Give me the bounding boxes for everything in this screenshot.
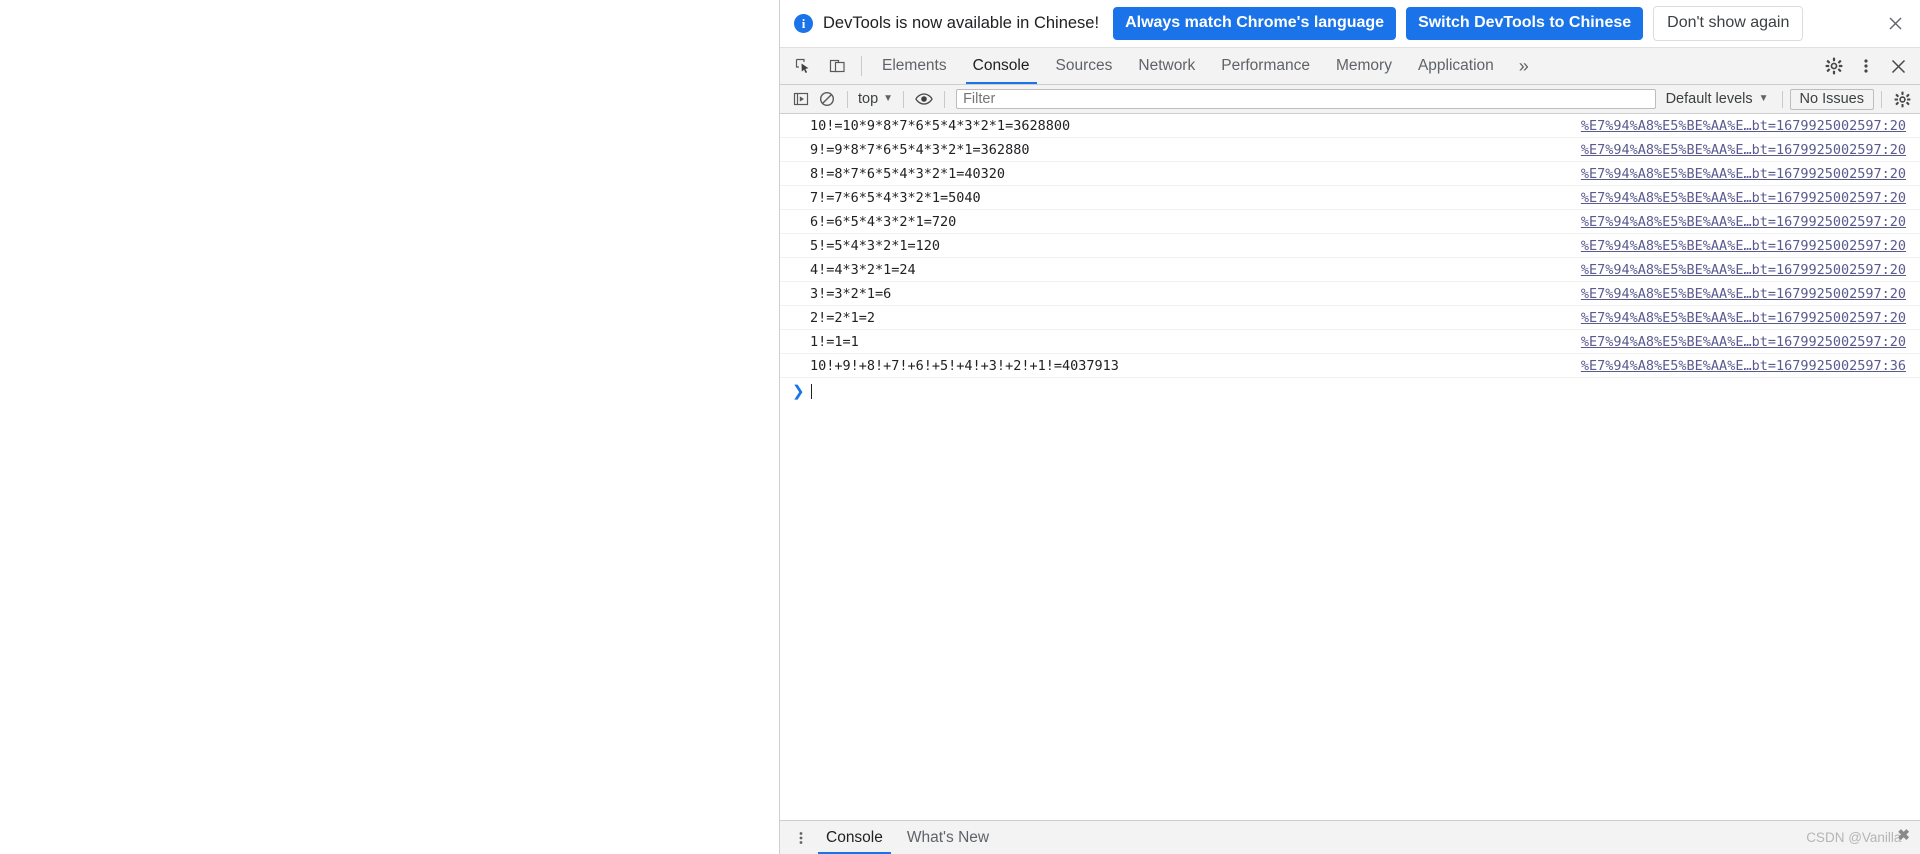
tab-label: Elements: [882, 57, 947, 74]
log-levels-label: Default levels: [1665, 91, 1753, 107]
dont-show-again-button[interactable]: Don't show again: [1653, 6, 1804, 41]
console-source-link[interactable]: %E7%94%A8%E5%BE%AA%E…bt=1679925002597:20: [1581, 262, 1920, 278]
execution-context-label: top: [858, 91, 879, 107]
watermark-mark-icon: ✖: [1897, 826, 1910, 844]
tab-label: Memory: [1335, 57, 1392, 74]
tabbar-right-controls: [1803, 48, 1920, 84]
watermark-text: CSDN @Vanilla: [1806, 830, 1902, 845]
toolbar-divider-5: [1881, 90, 1882, 108]
device-toolbar-icon[interactable]: [820, 48, 854, 84]
console-source-link[interactable]: %E7%94%A8%E5%BE%AA%E…bt=1679925002597:20: [1581, 190, 1920, 206]
console-row[interactable]: 3!=3*2*1=6 %E7%94%A8%E5%BE%AA%E…bt=16799…: [780, 282, 1920, 306]
toolbar-divider-3: [944, 90, 946, 108]
more-tabs-icon[interactable]: »: [1507, 48, 1541, 84]
tab-label: Performance: [1221, 57, 1310, 74]
info-icon: i: [794, 14, 813, 33]
console-message-text: 5!=5*4*3*2*1=120: [810, 237, 941, 254]
console-source-link[interactable]: %E7%94%A8%E5%BE%AA%E…bt=1679925002597:20: [1581, 166, 1920, 182]
gear-icon[interactable]: [1818, 48, 1850, 85]
issues-button[interactable]: No Issues: [1789, 88, 1874, 110]
tab-console[interactable]: Console: [960, 48, 1043, 84]
console-source-link[interactable]: %E7%94%A8%E5%BE%AA%E…bt=1679925002597:20: [1581, 142, 1920, 158]
console-source-link[interactable]: %E7%94%A8%E5%BE%AA%E…bt=1679925002597:20: [1581, 214, 1920, 230]
console-row[interactable]: 4!=4*3*2*1=24 %E7%94%A8%E5%BE%AA%E…bt=16…: [780, 258, 1920, 282]
devtools-window: i DevTools is now available in Chinese! …: [779, 0, 1920, 854]
console-row[interactable]: 10!=10*9*8*7*6*5*4*3*2*1=3628800 %E7%94%…: [780, 114, 1920, 138]
devtools-drawer: Console What's New CSDN @Vanilla ✖: [780, 820, 1920, 854]
tab-label: Network: [1138, 57, 1196, 74]
console-row[interactable]: 2!=2*1=2 %E7%94%A8%E5%BE%AA%E…bt=1679925…: [780, 306, 1920, 330]
infobar-message: DevTools is now available in Chinese!: [823, 14, 1100, 32]
tab-memory[interactable]: Memory: [1323, 48, 1405, 84]
console-message-text: 2!=2*1=2: [810, 309, 876, 326]
tabbar-spacer: [1541, 48, 1803, 84]
chevron-down-icon: ▼: [1758, 93, 1769, 104]
console-source-link[interactable]: %E7%94%A8%E5%BE%AA%E…bt=1679925002597:20: [1581, 334, 1920, 350]
console-source-link[interactable]: %E7%94%A8%E5%BE%AA%E…bt=1679925002597:20: [1581, 238, 1920, 254]
chevron-down-icon: ▼: [883, 93, 894, 104]
tab-network[interactable]: Network: [1125, 48, 1208, 84]
execution-context-selector[interactable]: top ▼: [855, 91, 896, 107]
close-devtools-icon[interactable]: [1882, 48, 1914, 85]
clear-console-icon[interactable]: [788, 88, 814, 110]
drawer-tab-label: Console: [826, 828, 883, 846]
drawer-tab-console[interactable]: Console: [814, 821, 895, 854]
console-toolbar: top ▼ Default levels ▼ No Issues: [780, 85, 1920, 114]
csdn-watermark: CSDN @Vanilla ✖: [1806, 821, 1920, 854]
console-settings-icon[interactable]: [1889, 88, 1915, 110]
console-row[interactable]: 6!=6*5*4*3*2*1=720 %E7%94%A8%E5%BE%AA%E……: [780, 210, 1920, 234]
console-message-text: 3!=3*2*1=6: [810, 285, 892, 302]
console-message-text: 10!=10*9*8*7*6*5*4*3*2*1=3628800: [810, 117, 1071, 134]
console-source-link[interactable]: %E7%94%A8%E5%BE%AA%E…bt=1679925002597:36: [1581, 358, 1920, 374]
tab-label: Application: [1417, 57, 1494, 74]
console-message-text: 1!=1=1: [810, 333, 859, 350]
filter-input[interactable]: [956, 89, 1656, 109]
console-message-text: 6!=6*5*4*3*2*1=720: [810, 213, 957, 230]
kebab-menu-icon[interactable]: [788, 821, 814, 854]
devtools-language-infobar: i DevTools is now available in Chinese! …: [780, 0, 1920, 48]
console-prompt[interactable]: ❯: [780, 378, 1920, 404]
text-caret: [811, 383, 812, 399]
kebab-menu-icon[interactable]: [1850, 48, 1882, 85]
toolbar-divider-4: [1781, 90, 1783, 108]
tab-application[interactable]: Application: [1405, 48, 1507, 84]
console-source-link[interactable]: %E7%94%A8%E5%BE%AA%E…bt=1679925002597:20: [1581, 310, 1920, 326]
console-source-link[interactable]: %E7%94%A8%E5%BE%AA%E…bt=1679925002597:20: [1581, 286, 1920, 302]
console-message-text: 4!=4*3*2*1=24: [810, 261, 916, 278]
toolbar-divider-2: [903, 90, 905, 108]
inspect-element-icon[interactable]: [786, 48, 820, 84]
tab-label: Console: [972, 57, 1030, 74]
close-icon[interactable]: [1882, 11, 1908, 37]
console-row[interactable]: 7!=7*6*5*4*3*2*1=5040 %E7%94%A8%E5%BE%AA…: [780, 186, 1920, 210]
browser-page-area: [0, 0, 779, 854]
tab-sources[interactable]: Sources: [1043, 48, 1126, 84]
drawer-tab-label: What's New: [906, 828, 990, 846]
tabbar-divider: [861, 56, 862, 76]
tab-label: Sources: [1055, 57, 1113, 74]
tab-elements[interactable]: Elements: [869, 48, 960, 84]
console-row[interactable]: 1!=1=1 %E7%94%A8%E5%BE%AA%E…bt=167992500…: [780, 330, 1920, 354]
drawer-spacer: [1001, 821, 1806, 854]
console-message-text: 9!=9*8*7*6*5*4*3*2*1=362880: [810, 141, 1030, 158]
drawer-tab-whats-new[interactable]: What's New: [895, 821, 1001, 854]
devtools-tab-bar: Elements Console Sources Network Perform…: [780, 48, 1920, 85]
screenshot-root: i DevTools is now available in Chinese! …: [0, 0, 1920, 854]
console-message-text: 10!+9!+8!+7!+6!+5!+4!+3!+2!+1!=4037913: [810, 357, 1119, 374]
console-source-link[interactable]: %E7%94%A8%E5%BE%AA%E…bt=1679925002597:20: [1581, 118, 1920, 134]
console-row[interactable]: 10!+9!+8!+7!+6!+5!+4!+3!+2!+1!=4037913 %…: [780, 354, 1920, 378]
tab-performance[interactable]: Performance: [1208, 48, 1323, 84]
prompt-arrow-icon: ❯: [792, 382, 805, 400]
no-entry-icon[interactable]: [814, 88, 840, 110]
always-match-chrome-language-button[interactable]: Always match Chrome's language: [1113, 7, 1397, 40]
live-expression-icon[interactable]: [911, 88, 937, 110]
console-row[interactable]: 9!=9*8*7*6*5*4*3*2*1=362880 %E7%94%A8%E5…: [780, 138, 1920, 162]
console-row[interactable]: 5!=5*4*3*2*1=120 %E7%94%A8%E5%BE%AA%E…bt…: [780, 234, 1920, 258]
console-message-text: 7!=7*6*5*4*3*2*1=5040: [810, 189, 981, 206]
log-levels-selector[interactable]: Default levels ▼: [1660, 91, 1775, 107]
toolbar-divider-1: [847, 90, 848, 108]
console-message-text: 8!=8*7*6*5*4*3*2*1=40320: [810, 165, 1006, 182]
console-row[interactable]: 8!=8*7*6*5*4*3*2*1=40320 %E7%94%A8%E5%BE…: [780, 162, 1920, 186]
switch-devtools-to-chinese-button[interactable]: Switch DevTools to Chinese: [1406, 7, 1644, 40]
console-message-list[interactable]: 10!=10*9*8*7*6*5*4*3*2*1=3628800 %E7%94%…: [780, 114, 1920, 820]
